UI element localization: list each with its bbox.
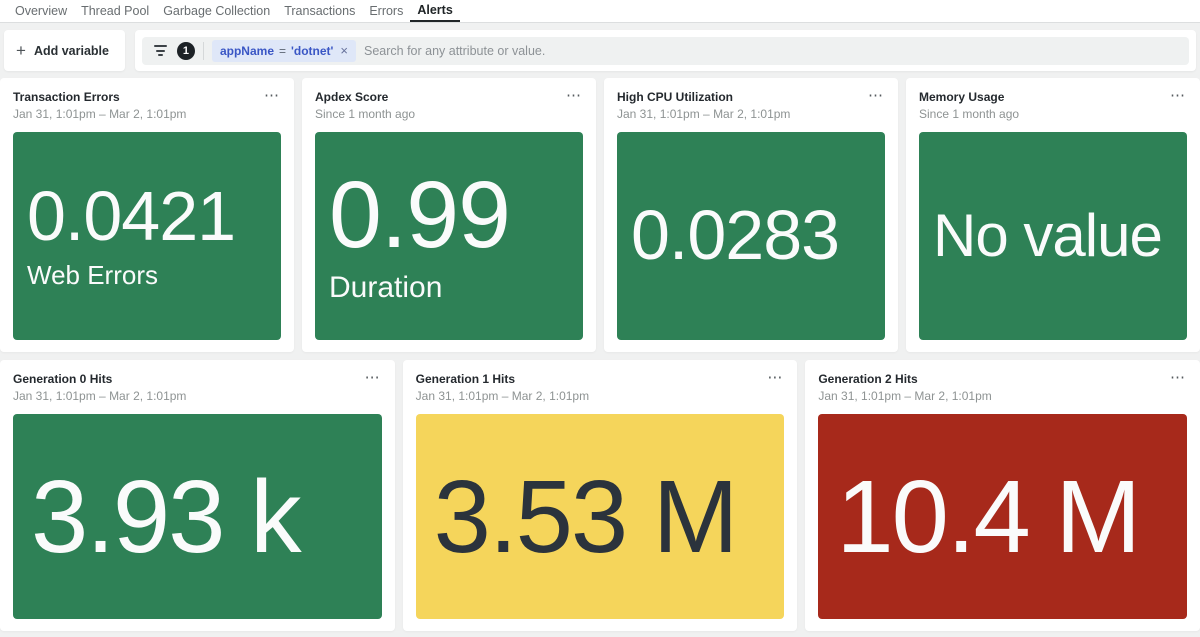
billboard-value: 3.53 M — [434, 464, 785, 569]
billboard-value: No value — [933, 205, 1187, 266]
tab-thread-pool[interactable]: Thread Pool — [74, 0, 156, 22]
card-apdex-score: Apdex Score Since 1 month ago ⋯ 0.99 Dur… — [302, 78, 596, 352]
card-date-range: Since 1 month ago — [315, 107, 583, 121]
attribute-search-input[interactable] — [364, 44, 1179, 58]
billboard-chart[interactable]: No value — [919, 132, 1187, 340]
card-generation-2-hits: Generation 2 Hits Jan 31, 1:01pm – Mar 2… — [805, 360, 1200, 631]
billboard-chart[interactable]: 0.0421 Web Errors — [13, 132, 281, 340]
card-memory-usage: Memory Usage Since 1 month ago ⋯ No valu… — [906, 78, 1200, 352]
search-field[interactable]: 1 appName = 'dotnet' × — [142, 37, 1189, 65]
field-divider — [203, 42, 204, 60]
card-menu-icon[interactable]: ⋯ — [262, 82, 282, 109]
card-high-cpu-utilization: High CPU Utilization Jan 31, 1:01pm – Ma… — [604, 78, 898, 352]
billboard-value: 0.0283 — [631, 200, 885, 271]
card-date-range: Jan 31, 1:01pm – Mar 2, 1:01pm — [13, 389, 382, 403]
chip-value: 'dotnet' — [291, 44, 333, 58]
chip-field: appName — [220, 44, 274, 58]
card-date-range: Jan 31, 1:01pm – Mar 2, 1:01pm — [617, 107, 885, 121]
billboard-chart[interactable]: 10.4 M — [818, 414, 1187, 619]
card-title: Memory Usage — [919, 90, 1187, 104]
filter-bar: 1 appName = 'dotnet' × — [135, 30, 1196, 71]
plus-icon: + — [16, 42, 26, 59]
card-date-range: Since 1 month ago — [919, 107, 1187, 121]
card-title: Generation 2 Hits — [818, 372, 1187, 386]
card-menu-icon[interactable]: ⋯ — [866, 82, 886, 109]
billboard-value: 10.4 M — [836, 464, 1187, 569]
card-title: Generation 0 Hits — [13, 372, 382, 386]
filter-count-badge: 1 — [177, 42, 195, 60]
card-title: Generation 1 Hits — [416, 372, 785, 386]
billboard-value: 0.99 — [329, 167, 583, 264]
billboard-chart[interactable]: 0.99 Duration — [315, 132, 583, 340]
billboard-value: 3.93 k — [31, 464, 382, 569]
tab-garbage-collection[interactable]: Garbage Collection — [156, 0, 277, 22]
billboard-chart[interactable]: 3.53 M — [416, 414, 785, 619]
card-generation-0-hits: Generation 0 Hits Jan 31, 1:01pm – Mar 2… — [0, 360, 395, 631]
card-menu-icon[interactable]: ⋯ — [363, 364, 383, 391]
tab-overview[interactable]: Overview — [8, 0, 74, 22]
billboard-row-1: Transaction Errors Jan 31, 1:01pm – Mar … — [0, 78, 1200, 352]
billboard-row-2: Generation 0 Hits Jan 31, 1:01pm – Mar 2… — [0, 360, 1200, 631]
card-title: High CPU Utilization — [617, 90, 885, 104]
tab-alerts[interactable]: Alerts — [410, 0, 459, 22]
chip-close-icon[interactable]: × — [340, 43, 348, 58]
billboard-label: Web Errors — [27, 260, 281, 291]
card-menu-icon[interactable]: ⋯ — [1168, 364, 1188, 391]
card-menu-icon[interactable]: ⋯ — [765, 364, 785, 391]
add-variable-label: Add variable — [34, 44, 109, 58]
card-menu-icon[interactable]: ⋯ — [1168, 82, 1188, 109]
card-title: Apdex Score — [315, 90, 583, 104]
filter-chip-appname[interactable]: appName = 'dotnet' × — [212, 40, 356, 62]
add-variable-button[interactable]: + Add variable — [4, 30, 125, 71]
billboard-value: 0.0421 — [27, 181, 281, 252]
tab-errors[interactable]: Errors — [362, 0, 410, 22]
card-title: Transaction Errors — [13, 90, 281, 104]
filter-lines-icon[interactable] — [152, 41, 169, 60]
card-transaction-errors: Transaction Errors Jan 31, 1:01pm – Mar … — [0, 78, 294, 352]
billboard-chart[interactable]: 3.93 k — [13, 414, 382, 619]
filter-toolbar: + Add variable 1 appName = 'dotnet' × — [0, 23, 1200, 78]
card-generation-1-hits: Generation 1 Hits Jan 31, 1:01pm – Mar 2… — [403, 360, 798, 631]
card-date-range: Jan 31, 1:01pm – Mar 2, 1:01pm — [818, 389, 1187, 403]
card-date-range: Jan 31, 1:01pm – Mar 2, 1:01pm — [13, 107, 281, 121]
billboard-chart[interactable]: 0.0283 — [617, 132, 885, 340]
dashboard-tabbar: Overview Thread Pool Garbage Collection … — [0, 0, 1200, 23]
card-date-range: Jan 31, 1:01pm – Mar 2, 1:01pm — [416, 389, 785, 403]
chip-operator: = — [279, 44, 286, 58]
billboard-label: Duration — [329, 271, 583, 305]
card-menu-icon[interactable]: ⋯ — [564, 82, 584, 109]
tab-transactions[interactable]: Transactions — [277, 0, 362, 22]
